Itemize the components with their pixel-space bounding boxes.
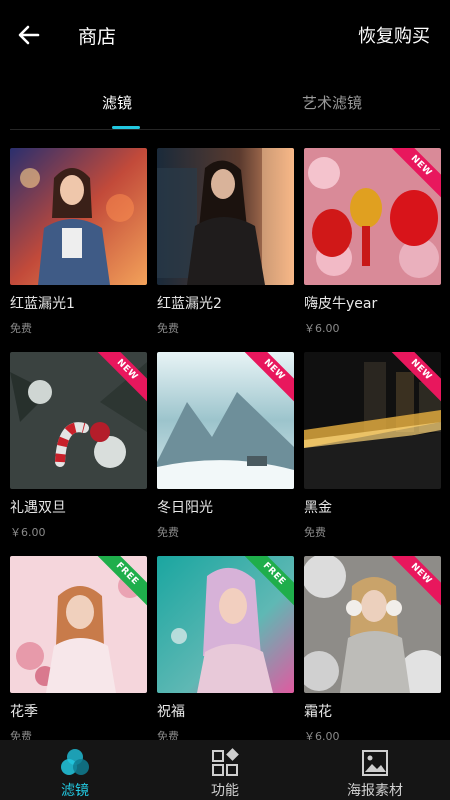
filter-name: 霜花 bbox=[304, 704, 332, 720]
filter-name: 祝福 bbox=[157, 704, 185, 720]
filter-card[interactable]: NEW 礼遇双旦 ￥6.00 bbox=[10, 352, 147, 552]
filter-thumbnail: NEW bbox=[157, 352, 294, 489]
filter-thumbnail bbox=[157, 148, 294, 285]
filter-name: 嗨皮牛year bbox=[304, 296, 378, 312]
filter-circles-icon bbox=[60, 748, 90, 778]
filter-card[interactable]: NEW 黑金 免费 bbox=[304, 352, 441, 552]
poster-image-icon bbox=[360, 748, 390, 778]
filter-thumbnail: NEW bbox=[304, 556, 441, 693]
filter-thumbnail: NEW bbox=[304, 352, 441, 489]
filter-thumbnail bbox=[10, 148, 147, 285]
filter-card[interactable]: FREE 花季 免费 bbox=[10, 556, 147, 756]
filter-price: ￥6.00 bbox=[304, 322, 340, 335]
filter-name: 黑金 bbox=[304, 500, 332, 516]
filter-name: 冬日阳光 bbox=[157, 500, 213, 516]
tab-art-filters[interactable]: 艺术滤镜 bbox=[302, 92, 362, 113]
active-tab-indicator bbox=[112, 126, 140, 129]
filter-name: 礼遇双旦 bbox=[10, 500, 66, 516]
tab-bar: 滤镜 艺术滤镜 bbox=[10, 82, 440, 130]
filter-card[interactable]: NEW 霜花 ￥6.00 bbox=[304, 556, 441, 756]
nav-functions[interactable]: 功能 bbox=[150, 740, 300, 800]
filter-price: 免费 bbox=[304, 526, 326, 539]
filter-price: 免费 bbox=[157, 526, 179, 539]
filter-thumbnail: NEW bbox=[304, 148, 441, 285]
nav-poster-materials[interactable]: 海报素材 bbox=[300, 740, 450, 800]
nav-filters[interactable]: 滤镜 bbox=[0, 740, 150, 800]
top-bar: 商店 恢复购买 bbox=[0, 0, 450, 72]
bottom-navigation: 滤镜 功能 海报素材 bbox=[0, 740, 450, 800]
nav-label: 功能 bbox=[211, 783, 239, 799]
tab-filters[interactable]: 滤镜 bbox=[102, 92, 132, 113]
filter-thumbnail: NEW bbox=[10, 352, 147, 489]
filter-price: ￥6.00 bbox=[10, 526, 46, 539]
filter-card[interactable]: NEW 冬日阳光 免费 bbox=[157, 352, 294, 552]
restore-purchase-button[interactable]: 恢复购买 bbox=[358, 22, 430, 48]
grid-function-icon bbox=[210, 748, 240, 778]
filter-price: 免费 bbox=[157, 322, 179, 335]
filter-card[interactable]: NEW 嗨皮牛year ￥6.00 bbox=[304, 148, 441, 348]
nav-label: 滤镜 bbox=[61, 783, 89, 799]
filter-name: 红蓝漏光2 bbox=[157, 296, 222, 312]
filter-card[interactable]: FREE 祝福 免费 bbox=[157, 556, 294, 756]
filter-thumbnail: FREE bbox=[157, 556, 294, 693]
filter-card[interactable]: 红蓝漏光1 免费 bbox=[10, 148, 147, 348]
filter-thumbnail: FREE bbox=[10, 556, 147, 693]
filter-price: 免费 bbox=[10, 322, 32, 335]
nav-label: 海报素材 bbox=[347, 783, 403, 799]
filter-card[interactable]: 红蓝漏光2 免费 bbox=[157, 148, 294, 348]
filter-name: 花季 bbox=[10, 704, 38, 720]
filter-name: 红蓝漏光1 bbox=[10, 296, 75, 312]
page-title: 商店 bbox=[78, 26, 117, 48]
back-arrow-icon[interactable] bbox=[14, 20, 44, 50]
